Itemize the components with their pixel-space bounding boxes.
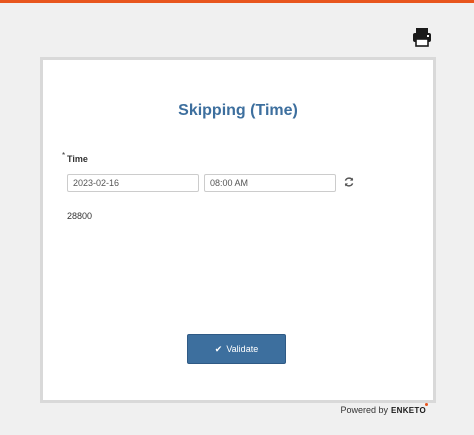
question-label-time: Time	[63, 154, 88, 164]
time-input[interactable]	[204, 174, 336, 192]
calculated-output: 28800	[67, 211, 93, 221]
print-button[interactable]	[411, 26, 433, 48]
powered-by: Powered by ENKETO	[340, 403, 428, 415]
validate-button[interactable]: ✔ Validate	[187, 334, 286, 364]
logo-accent-dot	[425, 403, 428, 406]
print-icon	[413, 28, 431, 47]
refresh-icon	[344, 177, 354, 187]
top-accent-bar	[0, 0, 474, 3]
reset-button[interactable]	[343, 176, 355, 188]
enketo-logo-text: ENKETO	[391, 406, 426, 415]
validate-label: Validate	[226, 344, 259, 354]
date-input[interactable]	[67, 174, 199, 192]
enketo-logo[interactable]: ENKETO	[391, 403, 428, 415]
form-card: Skipping (Time) * Time 28800 ✔ Validate	[40, 57, 436, 403]
question-label-text: Time	[67, 154, 88, 164]
check-icon: ✔	[214, 343, 223, 354]
form-title: Skipping (Time)	[178, 102, 298, 119]
powered-by-text: Powered by	[340, 405, 388, 415]
